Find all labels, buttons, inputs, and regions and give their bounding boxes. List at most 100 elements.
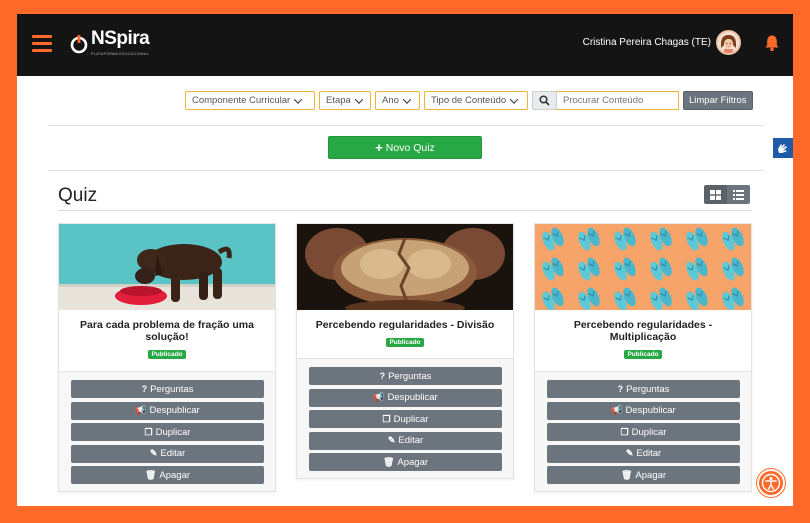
- delete-button-label: Apagar: [159, 469, 191, 481]
- chevron-down-icon: [293, 94, 303, 104]
- duplicate-button[interactable]: ❐ Duplicar: [547, 423, 740, 441]
- unpublish-button-label: Despublicar: [625, 405, 676, 416]
- questions-button[interactable]: ? Perguntas: [309, 367, 502, 385]
- status-badge: Publicado: [386, 338, 424, 347]
- accessibility-icon[interactable]: [757, 469, 785, 497]
- bell-icon[interactable]: [764, 34, 780, 52]
- hamburger-icon[interactable]: [32, 35, 52, 52]
- quiz-card-actions: ? Perguntas 📢 Despublicar ❐ Duplicar ✎ Edita…: [535, 371, 751, 491]
- delete-button[interactable]: 🗑 Apagar: [71, 466, 264, 484]
- logo[interactable]: NSpira PLATAFORMA EDUCACIONAL: [69, 28, 150, 59]
- tipo-conteudo-select[interactable]: Tipo de Conteúdo: [424, 91, 528, 110]
- duplicate-button-label: Duplicar: [155, 426, 191, 438]
- unpublish-button-label: Despublicar: [149, 405, 200, 416]
- edit-button[interactable]: ✎ Editar: [547, 444, 740, 463]
- edit-icon: ✎: [625, 448, 634, 458]
- title-divider: [58, 210, 752, 211]
- new-quiz-button[interactable]: + Novo Quiz: [328, 136, 482, 159]
- app-window: NSpira PLATAFORMA EDUCACIONAL Cristina P…: [17, 14, 793, 506]
- quiz-card-title: Percebendo regularidades - Divisão: [315, 319, 495, 331]
- sign-language-icon[interactable]: [773, 138, 793, 158]
- unpublish-button[interactable]: 📢 Despublicar: [547, 401, 740, 420]
- quiz-card-title: Percebendo regularidades - Multiplicação: [573, 319, 713, 343]
- tipo-conteudo-value: Tipo de Conteúdo: [431, 95, 507, 106]
- etapa-select[interactable]: Etapa: [319, 91, 371, 110]
- quiz-card: Para cada problema de fração uma solução…: [58, 223, 276, 492]
- divider: [48, 170, 764, 171]
- edit-button[interactable]: ✎ Editar: [309, 431, 502, 450]
- edit-button-label: Editar: [398, 435, 424, 446]
- logo-text: NSpira: [91, 28, 150, 49]
- search-icon[interactable]: [532, 91, 557, 110]
- unpublish-button-label: Despublicar: [387, 392, 438, 403]
- logo-subtitle: PLATAFORMA EDUCACIONAL: [91, 52, 150, 56]
- chevron-down-icon: [509, 94, 519, 104]
- delete-button-label: Apagar: [397, 456, 429, 468]
- question-icon: ?: [617, 384, 624, 394]
- megaphone-icon: 📢: [611, 405, 623, 415]
- delete-button[interactable]: 🗑 Apagar: [309, 453, 502, 471]
- quiz-card-actions: ? Perguntas 📢 Despublicar ❐ Duplicar ✎ Edita…: [297, 358, 513, 478]
- status-badge: Publicado: [624, 350, 662, 359]
- quiz-card-body: Percebendo regularidades - Multiplicação…: [535, 310, 751, 371]
- filter-bar: Componente Curricular Etapa Ano Tipo de …: [185, 91, 753, 110]
- quiz-card-body: Para cada problema de fração uma solução…: [59, 310, 275, 371]
- duplicate-button[interactable]: ❐ Duplicar: [71, 423, 264, 441]
- trash-icon: 🗑: [144, 469, 157, 480]
- trash-icon: 🗑: [382, 456, 395, 467]
- trash-icon: 🗑: [620, 469, 633, 480]
- megaphone-icon: 📢: [135, 405, 147, 415]
- question-icon: ?: [141, 384, 148, 394]
- questions-button-label: Perguntas: [388, 370, 432, 382]
- grid-view-icon[interactable]: [704, 185, 727, 204]
- user-name[interactable]: Cristina Pereira Chagas (TE): [583, 37, 711, 48]
- page-title: Quiz: [58, 185, 98, 206]
- questions-button-label: Perguntas: [150, 383, 194, 395]
- unpublish-button[interactable]: 📢 Despublicar: [71, 401, 264, 420]
- questions-button[interactable]: ? Perguntas: [547, 380, 740, 398]
- edit-button[interactable]: ✎ Editar: [71, 444, 264, 463]
- delete-button[interactable]: 🗑 Apagar: [547, 466, 740, 484]
- chevron-down-icon: [402, 94, 412, 104]
- componente-curricular-select[interactable]: Componente Curricular: [185, 91, 315, 110]
- quiz-card-body: Percebendo regularidades - Divisão Publi…: [297, 310, 513, 358]
- unpublish-button[interactable]: 📢 Despublicar: [309, 388, 502, 407]
- search-group: [532, 91, 679, 110]
- quiz-card: Percebendo regularidades - Multiplicação…: [534, 223, 752, 492]
- quiz-card-image: [297, 224, 513, 310]
- megaphone-icon: 📢: [373, 392, 385, 402]
- copy-icon: ❐: [620, 426, 629, 437]
- question-icon: ?: [379, 371, 386, 381]
- quiz-card-image: [535, 224, 751, 310]
- chevron-down-icon: [354, 94, 364, 104]
- divider: [48, 125, 764, 126]
- top-navbar: NSpira PLATAFORMA EDUCACIONAL Cristina P…: [17, 14, 793, 76]
- questions-button-label: Perguntas: [626, 383, 670, 395]
- status-badge: Publicado: [148, 350, 186, 359]
- questions-button[interactable]: ? Perguntas: [71, 380, 264, 398]
- componente-curricular-value: Componente Curricular: [192, 95, 291, 106]
- ano-value: Ano: [382, 95, 399, 106]
- duplicate-button-label: Duplicar: [631, 426, 667, 438]
- quiz-card: Percebendo regularidades - Divisão Publi…: [296, 223, 514, 479]
- plus-icon: +: [375, 139, 383, 155]
- copy-icon: ❐: [144, 426, 153, 437]
- ano-select[interactable]: Ano: [375, 91, 420, 110]
- clear-filters-button[interactable]: Limpar Filtros: [683, 91, 753, 110]
- avatar[interactable]: [716, 30, 741, 55]
- new-quiz-label: Novo Quiz: [385, 141, 435, 154]
- duplicate-button[interactable]: ❐ Duplicar: [309, 410, 502, 428]
- quiz-card-image: [59, 224, 275, 310]
- power-icon: [69, 34, 89, 54]
- list-view-icon[interactable]: [727, 185, 750, 204]
- edit-icon: ✎: [387, 435, 396, 445]
- quiz-card-actions: ? Perguntas 📢 Despublicar ❐ Duplicar ✎ Edita…: [59, 371, 275, 491]
- quiz-card-title: Para cada problema de fração uma solução…: [80, 319, 254, 343]
- edit-button-label: Editar: [636, 448, 662, 459]
- search-input[interactable]: [557, 91, 679, 110]
- delete-button-label: Apagar: [635, 469, 667, 481]
- duplicate-button-label: Duplicar: [393, 413, 429, 425]
- copy-icon: ❐: [382, 413, 391, 424]
- view-toggle: [704, 185, 750, 204]
- etapa-value: Etapa: [326, 95, 351, 106]
